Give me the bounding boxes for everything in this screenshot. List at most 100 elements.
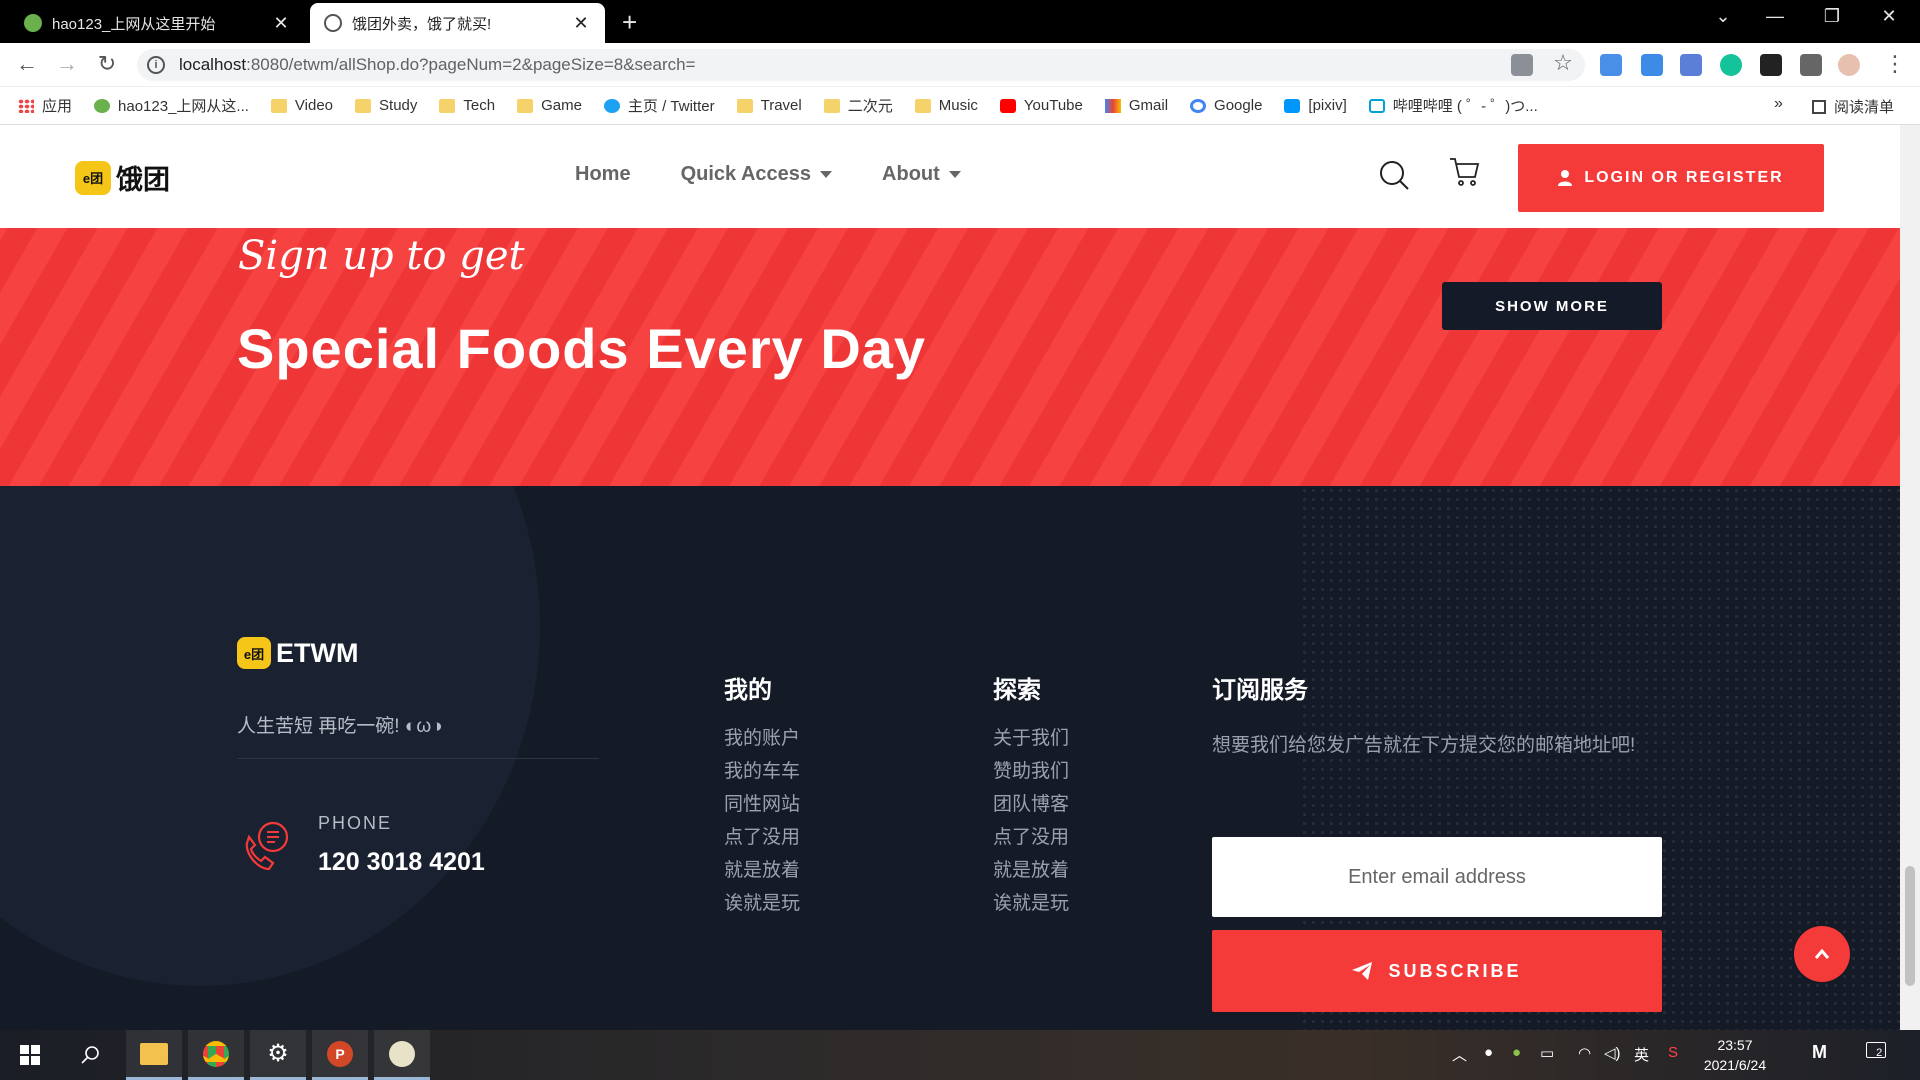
subscribe-button[interactable]: SUBSCRIBE <box>1212 930 1662 1012</box>
bookmark-game[interactable]: Game <box>517 97 582 114</box>
restore-icon[interactable]: ❐ <box>1809 6 1855 27</box>
bookmark-pixiv[interactable]: [pixiv] <box>1284 97 1347 114</box>
reading-list-button[interactable]: 阅读清单 <box>1812 96 1894 117</box>
bookmark-label: hao123_上网从这... <box>118 98 249 115</box>
folder-icon <box>439 98 456 113</box>
extension-google-translate-icon[interactable] <box>1680 54 1702 76</box>
footer-link[interactable]: 诶就是玩 <box>724 887 800 920</box>
footer-link[interactable]: 关于我们 <box>993 722 1069 755</box>
tab-etwm[interactable]: 饿团外卖，饿了就买! ✕ <box>310 3 605 43</box>
bookmark-study[interactable]: Study <box>355 97 417 114</box>
bookmark-bilibili[interactable]: 哔哩哔哩 ( ゜- ゜)つ... <box>1368 95 1538 116</box>
star-icon[interactable]: ☆ <box>1548 50 1578 76</box>
footer-link[interactable]: 我的车车 <box>724 755 800 788</box>
back-icon[interactable]: ← <box>12 51 42 77</box>
minimize-icon[interactable]: — <box>1752 6 1798 27</box>
footer-logo[interactable]: e团 ETWM <box>237 637 358 669</box>
chrome-icon[interactable] <box>188 1030 244 1080</box>
battery-icon[interactable]: ▭ <box>1540 1044 1554 1062</box>
grammarly-icon[interactable] <box>1720 54 1742 76</box>
file-explorer-icon[interactable] <box>126 1030 182 1080</box>
nav-quick-access[interactable]: Quick Access <box>681 163 833 186</box>
folder-icon <box>140 1042 168 1065</box>
close-icon[interactable]: ✕ <box>571 13 591 34</box>
footer-link[interactable]: 点了没用 <box>993 821 1069 854</box>
qq-icon[interactable]: ● <box>1484 1044 1493 1061</box>
bookmark-travel[interactable]: Travel <box>736 97 802 114</box>
site-logo[interactable]: e团 饿团 <box>75 158 170 197</box>
bookmark-twitter[interactable]: 主页 / Twitter <box>603 95 715 116</box>
nav-home[interactable]: Home <box>575 163 631 186</box>
bookmark-acg[interactable]: 二次元 <box>823 95 893 116</box>
settings-app-icon[interactable]: ⚙ <box>250 1030 306 1080</box>
show-more-button[interactable]: SHOW MORE <box>1442 282 1662 330</box>
email-input[interactable] <box>1212 837 1662 917</box>
url-bar[interactable]: i localhost :8080/etwm/allShop.do?pageNu… <box>137 49 1585 81</box>
windows-taskbar: ⚙ P ︿ ● ● ▭ ◠ ◁) 英 S 23:57 2021/6/24 M 2 <box>0 1030 1920 1080</box>
tray-app-icon[interactable]: ● <box>1512 1044 1521 1061</box>
cart-icon[interactable] <box>1448 155 1482 189</box>
reading-list-label: 阅读清单 <box>1834 99 1895 116</box>
bookmark-youtube[interactable]: YouTube <box>999 97 1083 114</box>
page-scrollbar[interactable] <box>1900 125 1920 1030</box>
taskbar-clock[interactable]: 23:57 2021/6/24 <box>1700 1035 1770 1075</box>
bookmark-music[interactable]: Music <box>914 97 978 114</box>
footer-link[interactable]: 团队博客 <box>993 788 1069 821</box>
app-icon[interactable] <box>374 1030 430 1080</box>
bookmarks-more-button[interactable]: » <box>1774 95 1783 113</box>
search-icon[interactable] <box>1378 159 1410 191</box>
bookmark-video[interactable]: Video <box>270 97 333 114</box>
footer-link[interactable]: 就是放着 <box>724 854 800 887</box>
extension-mask-icon[interactable] <box>1760 54 1782 76</box>
sogou-ime-icon[interactable]: S <box>1668 1044 1678 1061</box>
login-register-button[interactable]: LOGIN OR REGISTER <box>1518 144 1824 212</box>
bookmark-google[interactable]: Google <box>1190 97 1262 114</box>
phone-label: PHONE <box>318 813 393 833</box>
hao123-icon <box>94 98 111 113</box>
reload-icon[interactable]: ↻ <box>92 51 122 77</box>
volume-icon[interactable]: ◁) <box>1604 1044 1621 1062</box>
footer-link[interactable]: 就是放着 <box>993 854 1069 887</box>
promo-script-text: Sign up to get <box>238 233 525 279</box>
close-icon[interactable]: ✕ <box>271 13 291 34</box>
bookmark-tech[interactable]: Tech <box>439 97 495 114</box>
bookmark-apps[interactable]: 应用 <box>18 95 72 116</box>
footer-link[interactable]: 我的账户 <box>724 722 800 755</box>
footer-link[interactable]: 诶就是玩 <box>993 887 1069 920</box>
tab-hao123[interactable]: hao123_上网从这里开始 ✕ <box>10 3 305 43</box>
forward-icon[interactable]: → <box>52 51 82 77</box>
tray-expand-icon[interactable]: ︿ <box>1452 1044 1467 1065</box>
windows-start-icon[interactable] <box>2 1030 58 1080</box>
window-close-icon[interactable]: ✕ <box>1866 6 1912 27</box>
new-tab-button[interactable]: + <box>622 7 637 38</box>
search-icon[interactable] <box>62 1030 118 1080</box>
back-to-top-button[interactable] <box>1794 926 1850 982</box>
translate-icon[interactable] <box>1511 54 1533 76</box>
extension-bird-icon[interactable] <box>1600 54 1622 76</box>
chrome-logo-icon <box>203 1040 229 1067</box>
nav-about[interactable]: About <box>882 163 961 186</box>
menu-kebab-icon[interactable]: ⋮ <box>1880 51 1910 77</box>
site-info-icon[interactable]: i <box>147 56 165 74</box>
footer-link[interactable]: 赞助我们 <box>993 755 1069 788</box>
avatar[interactable] <box>1838 54 1860 76</box>
footer-link[interactable]: 点了没用 <box>724 821 800 854</box>
ime-indicator[interactable]: 英 <box>1634 1044 1649 1065</box>
bookmark-label: [pixiv] <box>1308 97 1347 114</box>
clock-date: 2021/6/24 <box>1703 1057 1767 1073</box>
wifi-icon[interactable]: ◠ <box>1578 1044 1591 1062</box>
tray-m-icon[interactable]: M <box>1812 1042 1827 1063</box>
footer-link[interactable]: 同性网站 <box>724 788 800 821</box>
scrollbar-thumb[interactable] <box>1905 866 1915 986</box>
extensions-puzzle-icon[interactable] <box>1800 54 1822 76</box>
powerpoint-logo-icon: P <box>327 1040 353 1067</box>
bookmark-label: YouTube <box>1023 97 1083 114</box>
powerpoint-icon[interactable]: P <box>312 1030 368 1080</box>
extension-translate-icon[interactable] <box>1641 54 1663 76</box>
bookmark-gmail[interactable]: Gmail <box>1104 97 1168 114</box>
bookmark-label: 主页 / Twitter <box>627 98 715 115</box>
profile-dropdown-icon[interactable]: ⌄ <box>1700 6 1746 27</box>
footer-col-explore: 关于我们 赞助我们 团队博客 点了没用 就是放着 诶就是玩 <box>993 722 1069 920</box>
notifications-button[interactable]: 2 <box>1866 1042 1896 1062</box>
bookmark-hao123[interactable]: hao123_上网从这... <box>94 95 249 116</box>
